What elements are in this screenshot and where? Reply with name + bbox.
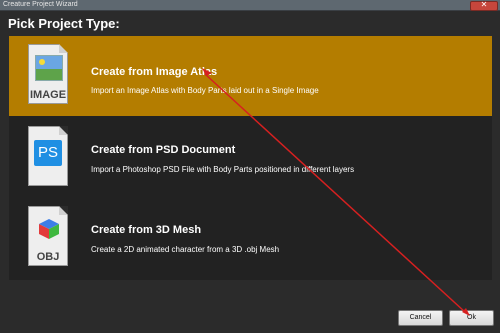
window-title: Creature Project Wizard: [3, 1, 78, 8]
option-title: Create from Image Atlas: [91, 66, 218, 78]
ok-button[interactable]: Ok: [449, 310, 494, 326]
option-psd-document[interactable]: PS Create from PSD Document Import a Pho…: [9, 118, 492, 198]
icon-label: OBJ: [36, 251, 60, 263]
cancel-button[interactable]: Cancel: [398, 310, 443, 326]
close-icon[interactable]: [470, 0, 498, 11]
ps-badge-icon: PS: [34, 140, 62, 166]
option-description: Create a 2D animated character from a 3D…: [91, 245, 280, 254]
cube-icon: [39, 219, 59, 239]
option-description: Import a Photoshop PSD File with Body Pa…: [91, 165, 355, 174]
option-description: Import an Image Atlas with Body Parts la…: [91, 86, 319, 95]
page-title: Pick Project Type:: [8, 16, 120, 31]
title-bar: Creature Project Wizard: [0, 0, 500, 11]
option-3d-mesh[interactable]: OBJ Create from 3D Mesh Create a 2D anim…: [9, 198, 492, 278]
image-thumbnail-icon: [35, 55, 63, 81]
project-type-list: IMAGE Create from Image Atlas Import an …: [9, 36, 492, 280]
option-title: Create from PSD Document: [91, 144, 236, 156]
image-file-icon: IMAGE: [28, 44, 68, 104]
icon-label: IMAGE: [29, 89, 67, 101]
option-title: Create from 3D Mesh: [91, 224, 202, 236]
option-image-atlas[interactable]: IMAGE Create from Image Atlas Import an …: [9, 36, 492, 116]
psd-file-icon: PS: [28, 126, 68, 186]
obj-file-icon: OBJ: [28, 206, 68, 266]
